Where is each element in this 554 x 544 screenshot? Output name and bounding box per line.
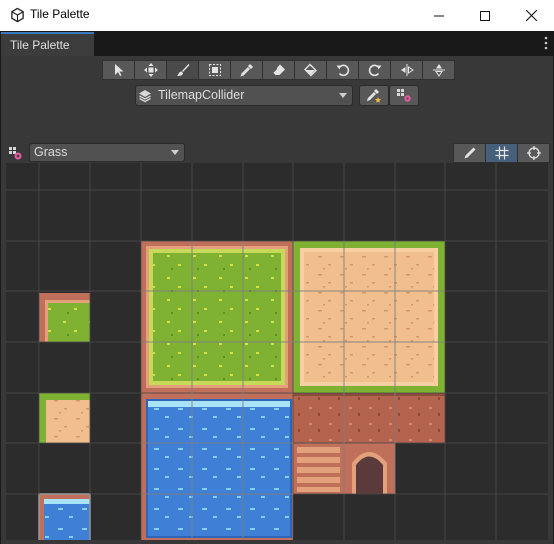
- active-tilemap-label: TilemapCollider: [158, 88, 245, 102]
- flip-x-tool-button[interactable]: [390, 60, 423, 80]
- window-title: Tile Palette: [30, 7, 90, 21]
- flip-y-icon: [432, 64, 445, 77]
- select-tool-button[interactable]: [102, 60, 135, 80]
- tab-tile-palette[interactable]: Tile Palette: [1, 32, 94, 56]
- water-block-tiles[interactable]: [141, 393, 293, 540]
- more-options-icon[interactable]: [544, 36, 548, 50]
- tilemap-focus-button[interactable]: [359, 85, 389, 106]
- chevron-down-icon: [171, 150, 179, 155]
- maximize-icon: [480, 10, 490, 21]
- tile-palette-grid[interactable]: [6, 163, 548, 540]
- rotate-cw-tool-button[interactable]: [358, 60, 391, 80]
- tile-grid-canvas: [6, 163, 548, 540]
- box-fill-icon: [208, 64, 221, 76]
- tile-palette-icon: [9, 147, 22, 160]
- box-fill-tool-button[interactable]: [198, 60, 231, 80]
- flip-x-icon: [400, 64, 414, 76]
- sand-grass-tile[interactable]: [39, 393, 90, 443]
- crosshair-icon: [526, 146, 541, 160]
- close-icon: [525, 10, 537, 21]
- bucket-icon: [303, 63, 317, 77]
- tab-bar: Tile Palette: [0, 31, 554, 56]
- pencil-icon: [464, 147, 475, 159]
- toggle-grid-button[interactable]: [485, 143, 518, 163]
- eyedropper-star-icon: [366, 89, 381, 103]
- minimize-icon: [434, 15, 444, 16]
- cave-entrance-tile[interactable]: [344, 443, 395, 494]
- palette-view-controls: [453, 143, 550, 163]
- stairs-tile[interactable]: [293, 443, 344, 494]
- minimize-button[interactable]: [416, 0, 462, 31]
- edit-palette-button[interactable]: [453, 143, 486, 163]
- rotate-ccw-icon: [336, 64, 349, 77]
- gizmos-button[interactable]: [517, 143, 550, 163]
- grid-icon: [495, 146, 508, 160]
- pick-tool-button[interactable]: [230, 60, 263, 80]
- maximize-button[interactable]: [462, 0, 508, 31]
- unity-logo-icon: [11, 7, 24, 23]
- water-corner-tile[interactable]: [38, 493, 91, 540]
- rotate-ccw-tool-button[interactable]: [326, 60, 359, 80]
- grass-corner-tile[interactable]: [39, 291, 90, 342]
- tile-palette-panel: TilemapCollider Grass: [1, 56, 553, 544]
- palette-dropdown-label: Grass: [34, 145, 68, 159]
- move-icon: [143, 63, 158, 77]
- dirt-tiles[interactable]: [293, 393, 445, 443]
- chevron-down-icon: [339, 93, 347, 98]
- tab-label: Tile Palette: [10, 38, 70, 52]
- palette-dropdown[interactable]: Grass: [29, 143, 185, 162]
- editor-window: Tile Palette TilemapCollider Grass: [0, 31, 554, 544]
- palette-grid-icon: [397, 89, 411, 102]
- layers-icon: [139, 90, 151, 103]
- fill-tool-button[interactable]: [294, 60, 327, 80]
- grass-block-tiles[interactable]: [141, 241, 293, 393]
- tilemap-settings-button[interactable]: [389, 85, 419, 106]
- eraser-icon: [272, 64, 285, 75]
- window-titlebar: Tile Palette: [0, 0, 554, 31]
- flip-y-tool-button[interactable]: [422, 60, 455, 80]
- erase-tool-button[interactable]: [262, 60, 295, 80]
- sand-block-tiles[interactable]: [293, 241, 445, 393]
- eyedropper-icon: [239, 64, 253, 77]
- move-tool-button[interactable]: [134, 60, 167, 80]
- arrow-icon: [114, 64, 123, 76]
- rotate-cw-icon: [368, 64, 381, 77]
- tool-toolbar: [102, 60, 455, 80]
- active-tilemap-dropdown[interactable]: TilemapCollider: [135, 85, 353, 106]
- paint-tool-button[interactable]: [166, 60, 199, 80]
- brush-icon: [176, 64, 189, 76]
- close-button[interactable]: [508, 0, 554, 31]
